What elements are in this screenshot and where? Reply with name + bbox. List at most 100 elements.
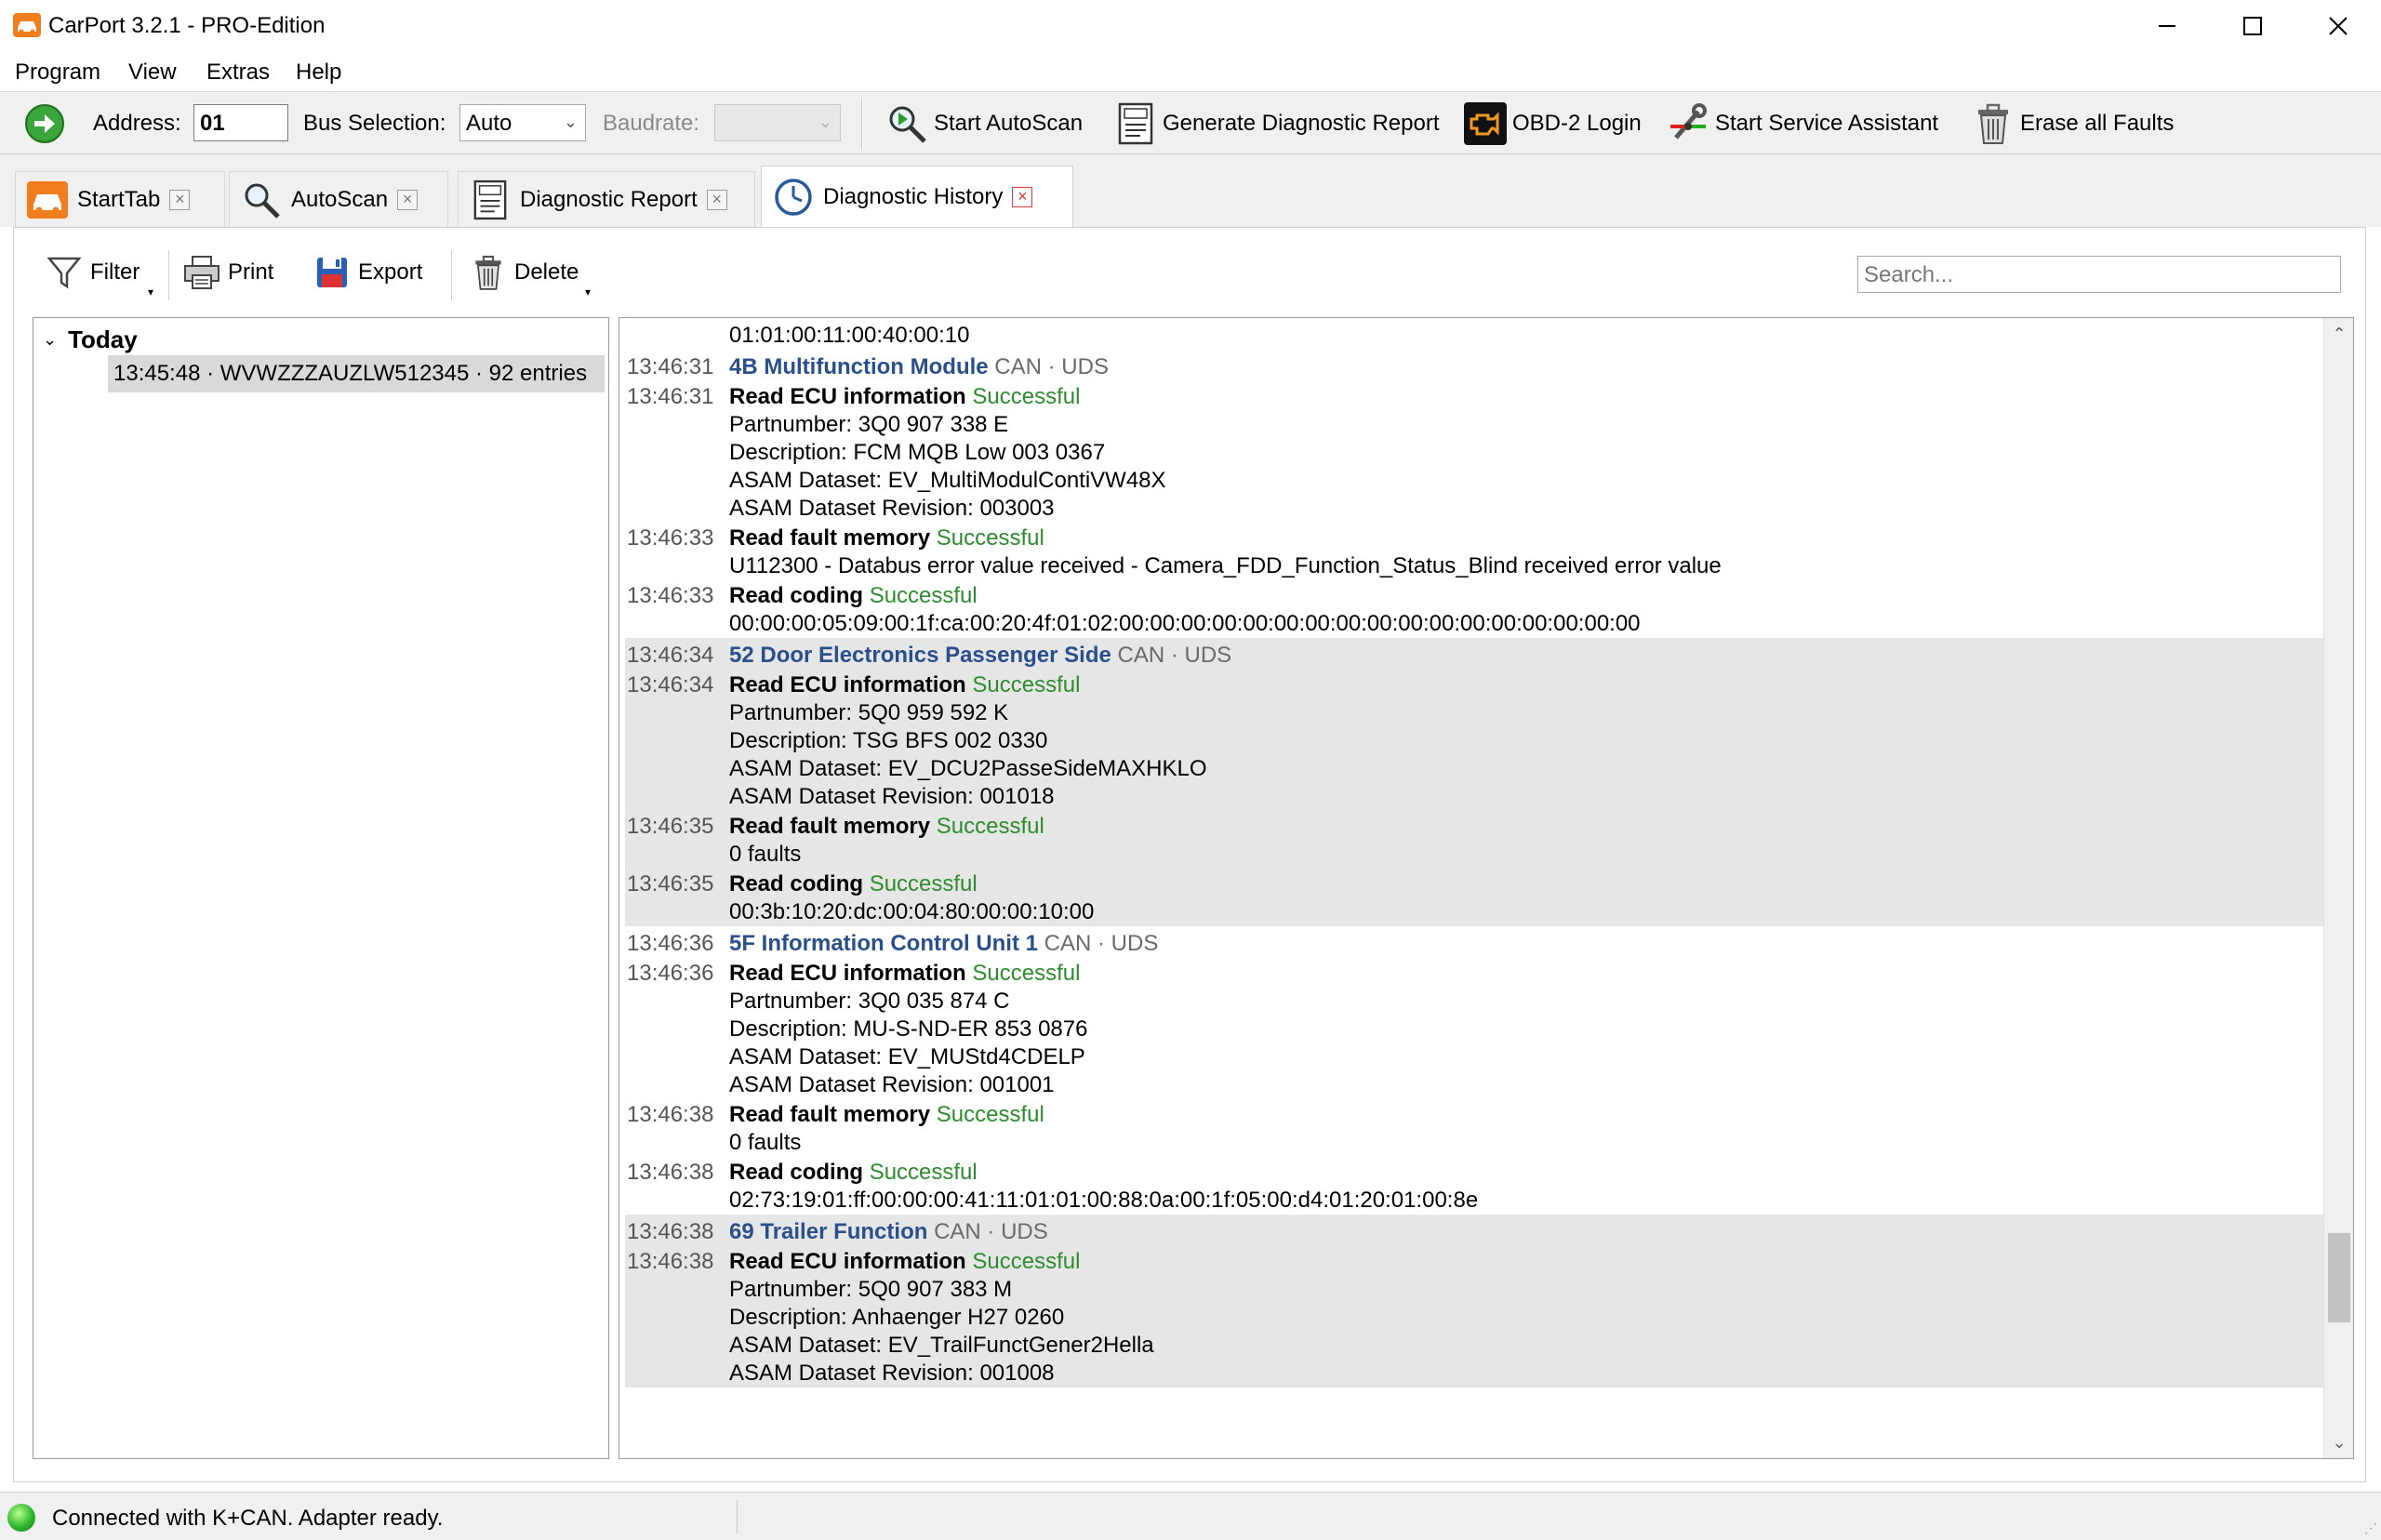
erase-faults-button[interactable]: Erase all Faults (1972, 100, 2174, 148)
obd2-login-button[interactable]: OBD-2 Login (1464, 100, 1642, 148)
vertical-scrollbar[interactable]: ⌃ ⌄ (2323, 318, 2353, 1458)
filter-button[interactable]: Filter (46, 254, 140, 291)
menu-view[interactable]: View (128, 60, 177, 86)
tab-strip: StartTab × AutoScan × Diagnostic Report … (0, 154, 2381, 227)
print-label: Print (228, 259, 274, 285)
car-icon (27, 179, 68, 220)
tab-close-icon[interactable]: × (1012, 186, 1033, 207)
detail-text: ASAM Dataset: EV_MultiModulContiVW48X (729, 468, 1166, 493)
timestamp: 13:46:38 (627, 1160, 714, 1185)
detail-line: 00:00:00:05:09:00:1f:ca:00:20:4f:01:02:0… (625, 610, 2327, 638)
obd-report-icon (470, 179, 511, 220)
history-log: 01:01:00:11:00:40:00:10 13:46:31 4B Multi… (619, 317, 2354, 1459)
close-button[interactable] (2295, 0, 2381, 52)
detail-text: Partnumber: 3Q0 907 338 E (729, 412, 1009, 437)
module-block: 13:46:38 69 Trailer Function CAN · UDS 13:… (625, 1215, 2327, 1387)
tab-starttab[interactable]: StartTab × (15, 171, 225, 227)
tab-autoscan[interactable]: AutoScan × (229, 171, 448, 227)
detail-line: ASAM Dataset: EV_MultiModulContiVW48X (625, 467, 2327, 495)
delete-dropdown-caret-icon[interactable]: ▾ (585, 285, 591, 299)
scrollbar-thumb[interactable] (2328, 1233, 2350, 1322)
clock-icon (773, 177, 814, 218)
go-button[interactable] (24, 103, 65, 144)
obd-report-icon (1114, 102, 1157, 145)
tab-diagnostic-history[interactable]: Diagnostic History × (761, 166, 1073, 227)
action-status: Successful (972, 1249, 1081, 1274)
scroll-down-arrow-icon[interactable]: ⌄ (2324, 1428, 2353, 1456)
action-text: Read coding Successful (729, 1159, 2327, 1187)
resize-grip-icon[interactable]: ⋰ (2364, 1520, 2377, 1536)
service-assistant-button[interactable]: Start Service Assistant (1667, 100, 1938, 148)
module-header-row[interactable]: 13:46:38 69 Trailer Function CAN · UDS (625, 1215, 2327, 1246)
tab-close-icon[interactable]: × (169, 189, 191, 210)
action-name: Read coding (729, 1160, 864, 1185)
log-line: 01:01:00:11:00:40:00:10 (729, 323, 970, 348)
module-header-row[interactable]: 13:46:34 52 Door Electronics Passenger Si… (625, 638, 2327, 670)
maximize-button[interactable] (2210, 0, 2295, 52)
detail-text: Description: TSG BFS 002 0330 (729, 728, 1048, 753)
chevron-down-icon[interactable]: ⌄ (43, 330, 57, 350)
action-name: Read ECU information (729, 961, 966, 986)
module-name: 5F Information Control Unit 1 (729, 931, 1038, 956)
detail-line: 0 faults (625, 1129, 2327, 1157)
action-row: 13:46:34 Read ECU information Successful (625, 670, 2327, 699)
detail-text: ASAM Dataset Revision: 001001 (729, 1072, 1055, 1097)
action-status: Successful (936, 1102, 1044, 1127)
action-row: 13:46:38 Read coding Successful (625, 1157, 2327, 1187)
history-panel: Filter ▾ Print Export Delete ▾ Search...… (13, 227, 2366, 1482)
module-name: 52 Door Electronics Passenger Side (729, 643, 1111, 668)
detail-line: Partnumber: 3Q0 035 874 C (625, 988, 2327, 1016)
export-button[interactable]: Export (313, 254, 422, 291)
menu-program[interactable]: Program (15, 60, 100, 86)
generate-report-button[interactable]: Generate Diagnostic Report (1114, 100, 1440, 148)
detail-line: ASAM Dataset Revision: 003003 (625, 495, 2327, 523)
printer-icon (183, 254, 220, 291)
print-button[interactable]: Print (183, 254, 273, 291)
maximize-icon (2243, 17, 2262, 35)
action-name: Read coding (729, 583, 864, 608)
status-separator (737, 1500, 738, 1533)
action-name: Read fault memory (729, 525, 931, 551)
delete-button[interactable]: Delete (470, 254, 579, 291)
module-header-row[interactable]: 13:46:36 5F Information Control Unit 1 CA… (625, 926, 2327, 958)
detail-line: Description: Anhaenger H27 0260 (625, 1304, 2327, 1332)
toolbar-separator (861, 98, 863, 150)
detail-line: ASAM Dataset Revision: 001018 (625, 783, 2327, 811)
minimize-icon (2159, 25, 2175, 27)
menu-extras[interactable]: Extras (206, 60, 270, 86)
timestamp: 13:46:38 (627, 1219, 714, 1244)
detail-text: ASAM Dataset: EV_TrailFunctGener2Hella (729, 1333, 1154, 1358)
module-header-row[interactable]: 13:46:31 4B Multifunction Module CAN · UD… (625, 350, 2327, 381)
bus-selection-value: Auto (466, 111, 512, 136)
minimize-button[interactable] (2124, 0, 2210, 52)
detail-line: ASAM Dataset Revision: 001008 (625, 1360, 2327, 1387)
funnel-icon (46, 254, 83, 291)
tree-item-session[interactable]: 13:45:48 · WVWZZZAUZLW512345 · 92 entrie… (108, 355, 605, 392)
action-status: Successful (972, 384, 1081, 409)
tab-diagnostic-report[interactable]: Diagnostic Report × (458, 171, 755, 227)
chevron-down-icon: ⌄ (563, 113, 578, 131)
menu-help[interactable]: Help (296, 60, 341, 86)
trash-can-icon (1972, 102, 2015, 145)
action-text: Read ECU information Successful (729, 1248, 2327, 1276)
module-protocol: CAN · UDS (1117, 643, 1232, 668)
action-status: Successful (936, 814, 1044, 839)
menu-bar: Program View Extras Help (0, 52, 2381, 91)
start-autoscan-button[interactable]: Start AutoScan (885, 100, 1083, 148)
action-name: Read fault memory (729, 814, 931, 839)
action-name: Read coding (729, 871, 864, 896)
tree-group-today[interactable]: ⌄ Today (43, 325, 138, 354)
search-input[interactable]: Search... (1857, 256, 2341, 293)
detail-text: 0 faults (729, 842, 802, 867)
bus-selection-select[interactable]: Auto ⌄ (459, 104, 586, 141)
service-assistant-label: Start Service Assistant (1715, 111, 1939, 136)
scroll-up-arrow-icon[interactable]: ⌃ (2324, 320, 2353, 348)
module-protocol: CAN · UDS (994, 354, 1109, 379)
detail-line: Description: TSG BFS 002 0330 (625, 727, 2327, 755)
tab-close-icon[interactable]: × (397, 189, 419, 210)
filter-dropdown-caret-icon[interactable]: ▾ (148, 285, 153, 299)
address-input[interactable]: 01 (193, 104, 288, 141)
timestamp: 13:46:36 (627, 931, 714, 956)
detail-line: 02:73:19:01:ff:00:00:00:41:11:01:01:00:8… (625, 1187, 2327, 1215)
tab-close-icon[interactable]: × (706, 189, 727, 210)
